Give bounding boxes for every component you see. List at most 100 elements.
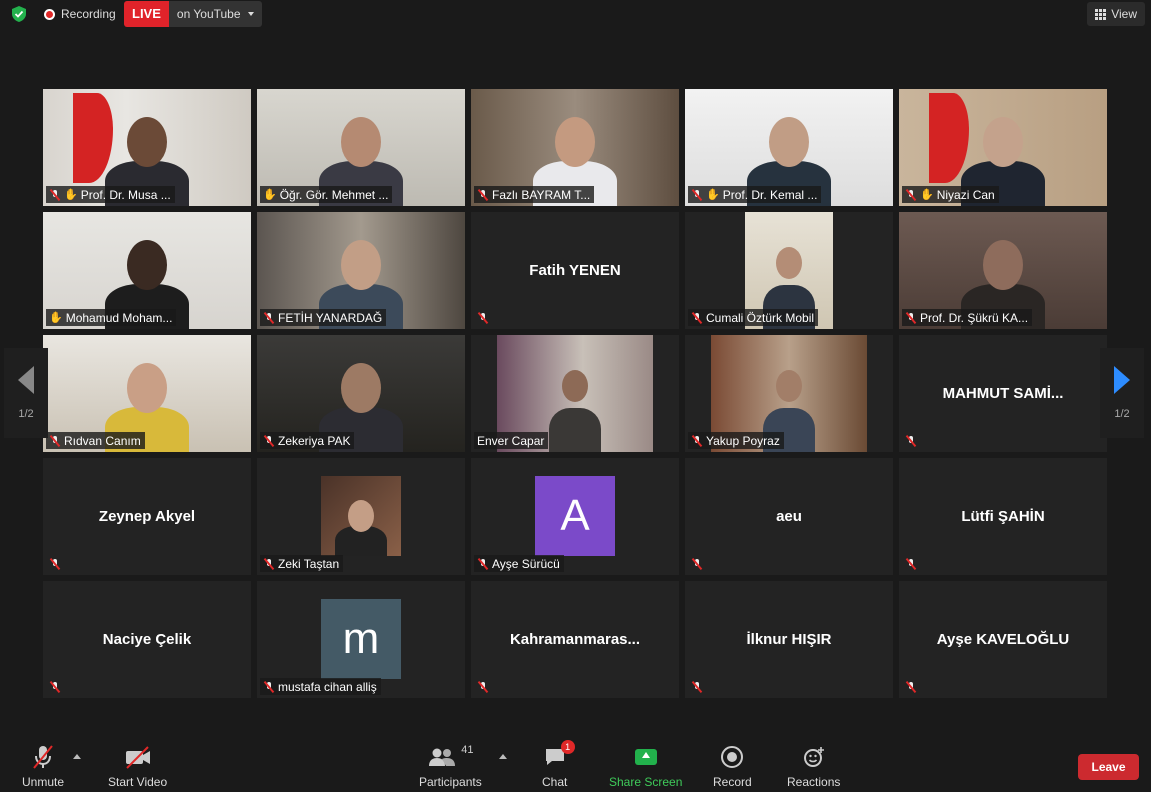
- unmute-label: Unmute: [22, 775, 65, 789]
- view-button[interactable]: View: [1087, 2, 1145, 26]
- microphone-muted-icon: [32, 744, 54, 770]
- participant-tile[interactable]: m mustafa cihan alliş: [257, 581, 465, 698]
- participant-name-tag: [688, 555, 707, 572]
- participant-name-tag: ✋ Prof. Dr. Musa ...: [46, 186, 175, 203]
- microphone-muted-icon: [691, 558, 703, 570]
- leave-button[interactable]: Leave: [1078, 754, 1139, 780]
- participant-name-tag: Cumali Öztürk Mobil: [688, 309, 819, 326]
- participant-display-name: MAHMUT SAMİ...: [942, 385, 1064, 402]
- participant-name-label: Zeki Taştan: [278, 556, 340, 571]
- next-page-button[interactable]: 1/2: [1100, 348, 1144, 438]
- previous-page-button[interactable]: 1/2: [4, 348, 48, 438]
- participant-name-tag: [474, 678, 493, 695]
- participant-tile[interactable]: ✋ Mohamud Moham...: [43, 212, 251, 329]
- raised-hand-icon: ✋: [706, 189, 720, 201]
- participant-tile[interactable]: Lütfi ŞAHİN: [899, 458, 1107, 575]
- microphone-muted-icon: [477, 558, 489, 570]
- microphone-muted-icon: [905, 435, 917, 447]
- participant-tile[interactable]: Rıdvan Canım: [43, 335, 251, 452]
- participant-tile[interactable]: FETİH YANARDAĞ: [257, 212, 465, 329]
- participant-tile[interactable]: Enver Capar: [471, 335, 679, 452]
- microphone-muted-icon: [905, 189, 917, 201]
- participants-count: 41: [461, 744, 474, 756]
- raised-hand-icon: ✋: [920, 189, 934, 201]
- unmute-button[interactable]: Unmute: [22, 744, 64, 789]
- meeting-toolbar: Unmute Start Video 41 Participants 1 Cha…: [0, 734, 1151, 792]
- participant-tile[interactable]: A Ayşe Sürücü: [471, 458, 679, 575]
- participant-display-name: İlknur HIŞIR: [746, 631, 832, 648]
- participant-tile[interactable]: Ayşe KAVELOĞLU: [899, 581, 1107, 698]
- participant-tile[interactable]: ✋ Niyazi Can: [899, 89, 1107, 206]
- participant-tile[interactable]: Zeki Taştan: [257, 458, 465, 575]
- participant-tile[interactable]: Yakup Poyraz: [685, 335, 893, 452]
- microphone-muted-icon: [263, 435, 275, 447]
- participant-name-tag: ✋ Niyazi Can: [902, 186, 999, 203]
- microphone-muted-icon: [691, 435, 703, 447]
- participant-tile[interactable]: Zeynep Akyel: [43, 458, 251, 575]
- participant-name-tag: [902, 555, 921, 572]
- participant-name-label: Mohamud Moham...: [65, 310, 173, 325]
- microphone-muted-icon: [263, 312, 275, 324]
- microphone-muted-icon: [477, 312, 489, 324]
- chevron-down-icon: [247, 12, 254, 16]
- participant-name-tag: [902, 432, 921, 449]
- shield-check-icon[interactable]: [10, 5, 28, 23]
- microphone-muted-icon: [905, 681, 917, 693]
- participant-tile[interactable]: Cumali Öztürk Mobil: [685, 212, 893, 329]
- participant-name-tag: [474, 309, 493, 326]
- participant-tile[interactable]: MAHMUT SAMİ...: [899, 335, 1107, 452]
- participant-tile[interactable]: Zekeriya PAK: [257, 335, 465, 452]
- participant-tile[interactable]: Kahramanmaras...: [471, 581, 679, 698]
- participant-name-label: Cumali Öztürk Mobil: [706, 310, 815, 325]
- participant-name-label: FETİH YANARDAĞ: [278, 310, 383, 325]
- live-stream-button[interactable]: LIVE on YouTube: [124, 1, 262, 27]
- participant-name-label: Ayşe Sürücü: [492, 556, 560, 571]
- microphone-muted-icon: [49, 435, 61, 447]
- participants-options-chevron-icon[interactable]: [499, 754, 507, 759]
- participants-button[interactable]: 41 Participants: [419, 744, 482, 789]
- participant-tile[interactable]: Prof. Dr. Şükrü KA...: [899, 212, 1107, 329]
- chat-button[interactable]: 1 Chat: [542, 740, 575, 789]
- participant-tile[interactable]: ✋ Prof. Dr. Kemal ...: [685, 89, 893, 206]
- share-screen-button[interactable]: Share Screen: [609, 744, 682, 789]
- raised-hand-icon: ✋: [64, 189, 78, 201]
- participant-name-label: Fazlı BAYRAM T...: [492, 187, 591, 202]
- recording-label: Recording: [61, 7, 116, 21]
- participant-name-tag: mustafa cihan alliş: [260, 678, 381, 695]
- record-dot-icon: [44, 8, 55, 20]
- participant-name-label: Öğr. Gör. Mehmet ...: [279, 187, 389, 202]
- start-video-label: Start Video: [108, 775, 168, 789]
- raised-hand-icon: ✋: [263, 189, 277, 201]
- participant-name-label: Niyazi Can: [936, 187, 995, 202]
- recording-indicator[interactable]: Recording: [44, 6, 116, 22]
- participant-name-label: mustafa cihan alliş: [278, 679, 377, 694]
- share-screen-icon: [634, 744, 657, 770]
- participant-display-name: Zeynep Akyel: [98, 508, 196, 525]
- participant-name-label: Prof. Dr. Musa ...: [80, 187, 171, 202]
- participants-label: Participants: [419, 775, 482, 789]
- participant-tile[interactable]: Naciye Çelik: [43, 581, 251, 698]
- record-icon: [721, 744, 744, 770]
- reactions-button[interactable]: Reactions: [787, 744, 840, 789]
- microphone-muted-icon: [905, 558, 917, 570]
- start-video-button[interactable]: Start Video: [108, 744, 167, 789]
- participant-tile[interactable]: İlknur HIŞIR: [685, 581, 893, 698]
- participant-tile[interactable]: Fazlı BAYRAM T...: [471, 89, 679, 206]
- audio-options-chevron-icon[interactable]: [73, 754, 81, 759]
- participant-tile[interactable]: ✋ Prof. Dr. Musa ...: [43, 89, 251, 206]
- microphone-muted-icon: [905, 312, 917, 324]
- participant-tile[interactable]: ✋ Öğr. Gör. Mehmet ...: [257, 89, 465, 206]
- participants-icon: 41: [427, 744, 473, 770]
- participant-name-label: Prof. Dr. Kemal ...: [722, 187, 818, 202]
- record-button[interactable]: Record: [713, 744, 752, 789]
- participant-tile[interactable]: Fatih YENEN: [471, 212, 679, 329]
- live-destination-label: on YouTube: [176, 7, 241, 21]
- microphone-muted-icon: [691, 189, 703, 201]
- participant-tile[interactable]: aeu: [685, 458, 893, 575]
- page-indicator-left: 1/2: [18, 408, 34, 420]
- reactions-label: Reactions: [787, 775, 841, 789]
- live-destination[interactable]: on YouTube: [168, 1, 262, 27]
- participant-name-tag: [902, 678, 921, 695]
- participant-display-name: aeu: [776, 508, 802, 525]
- chat-unread-badge: 1: [560, 740, 575, 754]
